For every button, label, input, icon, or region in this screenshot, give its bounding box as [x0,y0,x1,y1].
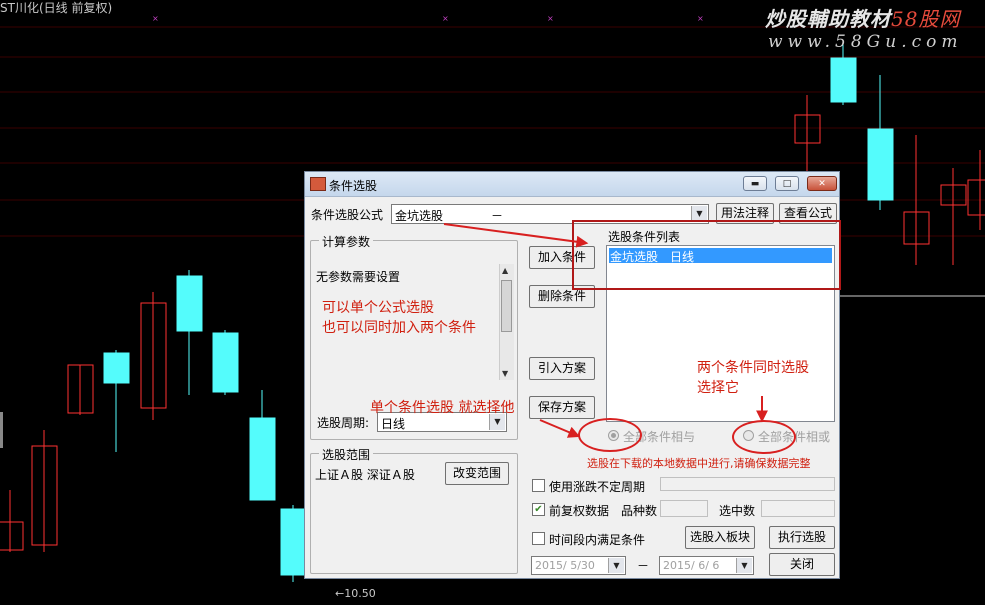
annotation-line-1: 可以单个公式选股 [322,300,434,316]
calc-params-title: 计算参数 [319,233,374,250]
formula-label: 条件选股公式 [311,208,384,222]
no-params-text: 无参数需要设置 [316,270,401,284]
watermark-site: 炒股輔助教材58股网 [765,3,960,32]
candle-down [830,57,857,103]
range-title: 选股范围 [319,446,374,463]
annotation-line-1: 两个条件同时选股 [697,360,809,376]
date-from-picker[interactable]: 2015/ 5/30 ▼ [531,556,626,575]
event-marker: × [442,14,449,23]
date-to-value: 2015/ 6/ 6 [663,559,720,572]
scroll-down-icon[interactable]: ▼ [502,369,508,378]
watermark-url: www.58Gu.com [768,32,963,52]
scroll-thumb[interactable] [501,280,512,332]
annotation-line-2: 选择它 [697,380,739,396]
import-plan-button[interactable]: 引入方案 [529,357,595,380]
candle-up [967,179,985,216]
maximize-icon[interactable]: □ [775,176,799,191]
app-icon [310,177,326,191]
candle-down [867,128,894,201]
highlight-ellipse-and [578,418,642,452]
candle-down [212,332,239,393]
close-button[interactable]: 关闭 [769,553,835,576]
left-edge-tab[interactable] [0,412,3,448]
stock-title: ST川化(日线 前复权) [0,1,113,15]
time-range-checkbox[interactable] [532,532,545,545]
annotation-two-conditions: 两个条件同时选股 选择它 [697,358,809,398]
event-marker: × [697,14,704,23]
forward-adjust-label: 前复权数据 [549,504,610,518]
chevron-down-icon[interactable]: ▼ [608,558,624,573]
period-label: 选股周期: [317,416,370,430]
chevron-down-icon[interactable]: ▼ [736,558,752,573]
stock-count-field [660,500,708,517]
watermark-brand: 58股网 [891,7,961,31]
forward-adjust-checkbox[interactable]: ✔ [532,503,545,516]
formula-value: 金坑选股 － [395,209,504,223]
highlight-box [572,220,841,290]
float-period-label: 使用涨跌不定周期 [549,480,646,494]
date-from-value: 2015/ 5/30 [535,559,595,572]
execute-select-button[interactable]: 执行选股 [769,526,835,549]
scroll-up-icon[interactable]: ▲ [502,266,508,275]
annotation-line-2: 也可以同时加入两个条件 [322,320,476,336]
candle-down [280,508,307,576]
highlight-ellipse-or [732,420,796,454]
selected-count-label: 选中数 [719,504,756,518]
selected-count-field [761,500,835,517]
watermark-site-cn: 炒股輔助教材 [765,7,891,31]
params-scrollbar[interactable]: ▲ ▼ [499,264,514,380]
event-marker: × [152,14,159,23]
save-plan-button[interactable]: 保存方案 [529,396,595,419]
notice-text: 选股在下载的本地数据中进行,请确保数据完整 [587,457,811,470]
float-period-field[interactable] [660,477,835,491]
annotation-single-condition: 单个条件选股 就选择他 [370,400,515,416]
candle-up [0,521,24,551]
candle-down [103,352,130,384]
date-separator: － [637,559,650,573]
time-range-label: 时间段内满足条件 [549,533,646,547]
candle-down [249,417,276,501]
candle-down [176,275,203,332]
date-to-picker[interactable]: 2015/ 6/ 6 ▼ [659,556,754,575]
change-range-button[interactable]: 改变范围 [445,462,509,485]
dialog-title: 条件选股 [329,179,378,193]
close-icon[interactable]: ✕ [807,176,837,191]
minimize-icon[interactable]: ▬ [743,176,767,191]
annotation-single-or-double: 可以单个公式选股 也可以同时加入两个条件 [322,298,476,338]
range-value: 上证Ａ股 深证Ａ股 [315,468,415,482]
select-to-block-button[interactable]: 选股入板块 [685,526,755,549]
low-price-label: ←10.50 [335,587,376,600]
event-marker: × [547,14,554,23]
stock-count-label: 品种数 [621,504,658,518]
float-period-checkbox[interactable] [532,479,545,492]
dialog-titlebar[interactable]: 条件选股 ▬ □ ✕ [305,172,839,197]
